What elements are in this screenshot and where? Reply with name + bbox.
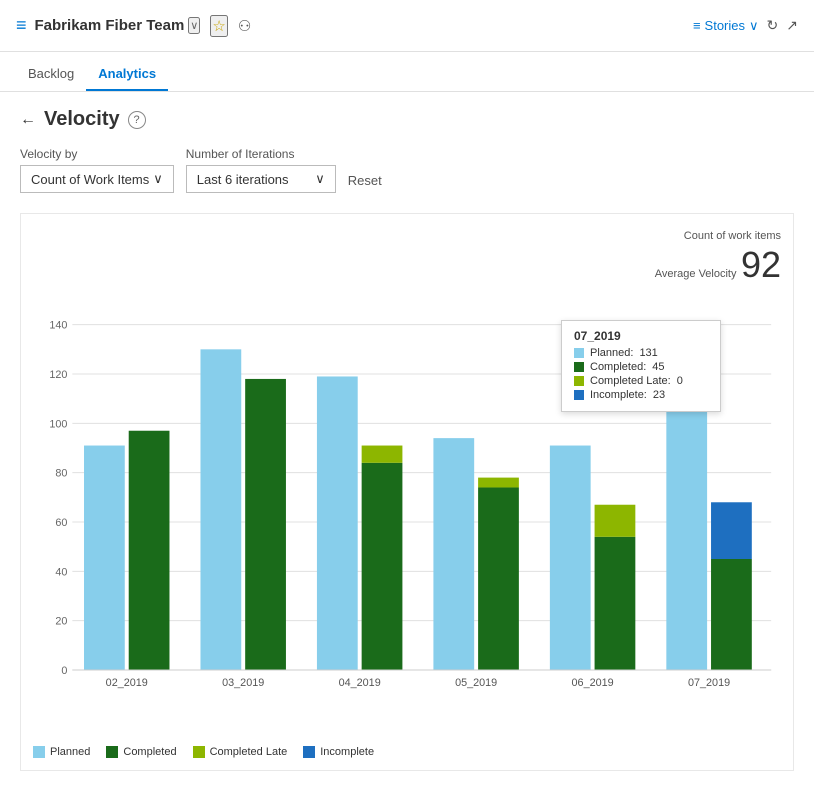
chart-summary: Count of work items Average Velocity 92 bbox=[33, 226, 781, 286]
chart-summary-label1: Count of work items bbox=[684, 230, 781, 242]
legend-completed-late-label: Completed Late bbox=[210, 746, 288, 758]
svg-text:0: 0 bbox=[61, 665, 67, 677]
legend-incomplete-label: Incomplete bbox=[320, 746, 374, 758]
svg-text:02_2019: 02_2019 bbox=[106, 677, 148, 689]
stories-icon: ≡ bbox=[693, 18, 701, 33]
team-members-button[interactable]: ⚇ bbox=[238, 17, 251, 35]
legend-completed: Completed bbox=[106, 746, 176, 758]
svg-text:03_2019: 03_2019 bbox=[222, 677, 264, 689]
refresh-button[interactable]: ↻ bbox=[767, 17, 779, 34]
help-icon[interactable]: ? bbox=[128, 111, 146, 129]
legend-planned-label: Planned bbox=[50, 746, 90, 758]
svg-text:140: 140 bbox=[49, 320, 67, 332]
svg-text:07_2019: 07_2019 bbox=[688, 677, 730, 689]
iterations-chevron-icon: ∨ bbox=[315, 171, 325, 187]
svg-text:100: 100 bbox=[49, 418, 67, 430]
team-dropdown-button[interactable]: ∨ bbox=[188, 17, 200, 34]
velocity-by-select[interactable]: Count of Work Items ∨ bbox=[20, 165, 174, 193]
app-icon: ≡ bbox=[16, 15, 27, 36]
velocity-by-value: Count of Work Items bbox=[31, 172, 149, 187]
team-name: Fabrikam Fiber Team bbox=[35, 17, 185, 34]
chart-summary-value: 92 bbox=[741, 244, 781, 285]
svg-text:40: 40 bbox=[55, 566, 67, 578]
legend-planned: Planned bbox=[33, 746, 90, 758]
filters-row: Velocity by Count of Work Items ∨ Number… bbox=[20, 147, 794, 193]
chart-area: Count of work items Average Velocity 92 … bbox=[20, 213, 794, 771]
header: ≡ Fabrikam Fiber Team ∨ ☆ ⚇ ≡ Stories ∨ … bbox=[0, 0, 814, 52]
legend-planned-swatch bbox=[33, 746, 45, 758]
velocity-by-label: Velocity by bbox=[20, 147, 174, 161]
svg-text:04_2019: 04_2019 bbox=[339, 677, 381, 689]
tab-analytics[interactable]: Analytics bbox=[86, 58, 168, 91]
chart-summary-label2: Average Velocity bbox=[655, 268, 737, 280]
back-button[interactable]: ← bbox=[20, 111, 36, 129]
page-content: ← Velocity ? Velocity by Count of Work I… bbox=[0, 92, 814, 787]
svg-text:05_2019: 05_2019 bbox=[455, 677, 497, 689]
stories-label: Stories bbox=[705, 18, 745, 33]
svg-text:20: 20 bbox=[55, 616, 67, 628]
legend: Planned Completed Completed Late Incompl… bbox=[33, 738, 781, 758]
stories-chevron-icon: ∨ bbox=[749, 18, 759, 34]
chart-svg: 0 20 40 60 80 100 120 140 02_2019 03_2019 04_2019 0… bbox=[33, 290, 781, 710]
legend-incomplete: Incomplete bbox=[303, 746, 374, 758]
svg-text:60: 60 bbox=[55, 517, 67, 529]
iterations-group: Number of Iterations Last 6 iterations ∨ bbox=[186, 147, 336, 193]
legend-completed-late: Completed Late bbox=[193, 746, 288, 758]
page-title-row: ← Velocity ? bbox=[20, 108, 794, 131]
stories-button[interactable]: ≡ Stories ∨ bbox=[693, 18, 759, 34]
chart-wrapper: 0 20 40 60 80 100 120 140 02_2019 03_2019 04_2019 0… bbox=[33, 290, 781, 730]
tab-backlog[interactable]: Backlog bbox=[16, 58, 86, 91]
header-right: ≡ Stories ∨ ↻ ↗ bbox=[693, 17, 798, 34]
legend-incomplete-swatch bbox=[303, 746, 315, 758]
page-title: Velocity bbox=[44, 108, 120, 131]
iterations-select[interactable]: Last 6 iterations ∨ bbox=[186, 165, 336, 193]
legend-completed-late-swatch bbox=[193, 746, 205, 758]
iterations-value: Last 6 iterations bbox=[197, 172, 289, 187]
expand-button[interactable]: ↗ bbox=[786, 17, 798, 34]
legend-completed-swatch bbox=[106, 746, 118, 758]
favorite-button[interactable]: ☆ bbox=[210, 15, 227, 37]
svg-text:80: 80 bbox=[55, 468, 67, 480]
reset-button[interactable]: Reset bbox=[348, 168, 382, 193]
iterations-label: Number of Iterations bbox=[186, 147, 336, 161]
nav-tabs: Backlog Analytics bbox=[0, 52, 814, 92]
velocity-by-group: Velocity by Count of Work Items ∨ bbox=[20, 147, 174, 193]
velocity-by-chevron-icon: ∨ bbox=[153, 171, 163, 187]
svg-text:120: 120 bbox=[49, 369, 67, 381]
legend-completed-label: Completed bbox=[123, 746, 176, 758]
svg-text:06_2019: 06_2019 bbox=[572, 677, 614, 689]
